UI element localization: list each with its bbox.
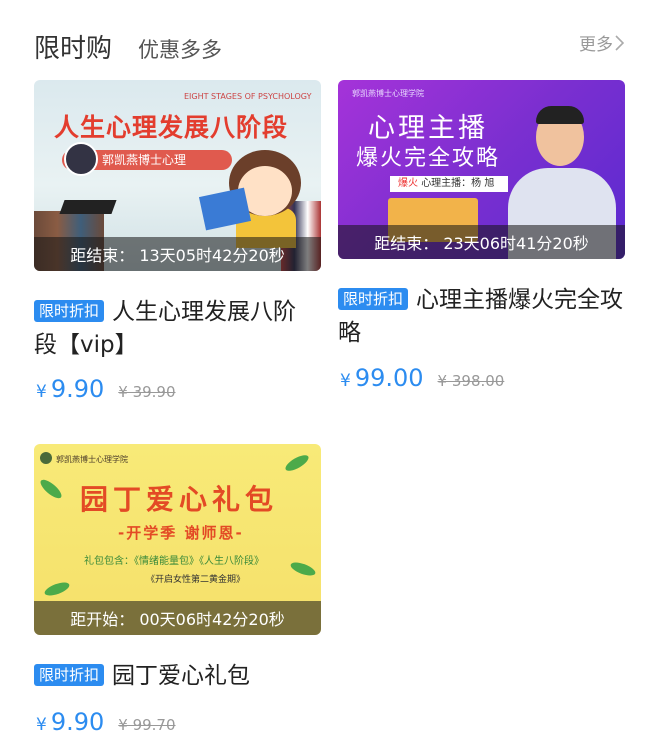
product-thumbnail[interactable]: 郭凯燕博士心理学院 心理主播 爆火完全攻略 爆火 心理主播：杨 旭 距结束： 2… — [338, 80, 625, 259]
product-name[interactable]: 限时折扣 心理主播爆火完全攻略 — [338, 284, 628, 350]
currency-symbol: ¥ — [36, 715, 47, 735]
currency-symbol: ¥ — [36, 382, 47, 402]
product-thumbnail[interactable]: 郭凯燕博士心理学院 园丁爱心礼包 -开学季 谢师恩- 礼包包含：《情绪能量包》《… — [34, 444, 321, 635]
original-price: ¥ 398.00 — [437, 372, 505, 390]
countdown-label: 距结束： 23天06时41分20秒 — [338, 225, 625, 259]
avatar — [64, 142, 98, 176]
thumb-title: 人生心理发展八阶段 — [54, 113, 289, 142]
leaf-decoration — [283, 452, 311, 474]
original-price: ¥ 39.90 — [118, 383, 176, 401]
price-row: ¥9.90 ¥ 99.70 — [36, 708, 176, 736]
section-subtitle: 优惠多多 — [138, 38, 222, 62]
graduation-cap-illustration — [59, 200, 117, 214]
thumb-label-text: 心理主播：杨 旭 — [421, 178, 495, 189]
chevron-right-icon — [615, 34, 624, 51]
price-value: 9.90 — [50, 708, 105, 736]
thumb-org: 郭凯燕博士心理学院 — [352, 89, 424, 98]
thumb-subtitle: EIGHT STAGES OF PSYCHOLOGY — [184, 92, 312, 101]
price-value: 9.90 — [50, 375, 105, 403]
price-value: 99.00 — [354, 364, 424, 392]
product-name[interactable]: 限时折扣 园丁爱心礼包 — [34, 660, 324, 693]
leaf-decoration — [37, 476, 65, 502]
thumb-label-highlight: 爆火 — [398, 178, 418, 189]
more-label: 更多 — [579, 35, 613, 55]
leaf-decoration — [289, 559, 317, 579]
more-link[interactable]: 更多 — [579, 30, 624, 55]
logo-icon — [40, 452, 52, 464]
thumb-contents: 礼包包含：《情绪能量包》《人生八阶段》 — [84, 556, 264, 567]
current-price: ¥9.90 — [36, 375, 104, 403]
thumb-contents: 《开启女性第二黄金期》 — [146, 575, 246, 585]
leaf-decoration — [43, 579, 71, 599]
thumb-slogan: -开学季 谢师恩- — [118, 524, 244, 542]
currency-symbol: ¥ — [340, 371, 351, 391]
current-price: ¥99.00 — [340, 364, 424, 392]
product-name[interactable]: 限时折扣 人生心理发展八阶段【vip】 — [34, 296, 314, 362]
price-row: ¥99.00 ¥ 398.00 — [340, 364, 504, 392]
countdown-label: 距开始： 00天06时42分20秒 — [34, 601, 321, 635]
section-header: 限时购 优惠多多 更多 — [34, 28, 624, 64]
discount-tag: 限时折扣 — [34, 664, 105, 686]
countdown-label: 距结束： 13天05时42分20秒 — [34, 237, 321, 271]
host-photo — [536, 106, 584, 124]
discount-tag: 限时折扣 — [338, 288, 409, 310]
original-price: ¥ 99.70 — [118, 716, 176, 734]
price-row: ¥9.90 ¥ 39.90 — [36, 375, 176, 403]
thumb-label: 爆火 心理主播：杨 旭 — [390, 176, 508, 192]
thumb-org: 郭凯燕博士心理学院 — [56, 455, 128, 464]
thumb-title: 爆火完全攻略 — [356, 146, 501, 171]
product-thumbnail[interactable]: EIGHT STAGES OF PSYCHOLOGY 人生心理发展八阶段 郭凯燕… — [34, 80, 321, 271]
section-title: 限时购 — [34, 34, 113, 64]
product-name-text: 园丁爱心礼包 — [112, 663, 251, 689]
discount-tag: 限时折扣 — [34, 300, 105, 322]
thumb-title: 园丁爱心礼包 — [80, 483, 279, 516]
current-price: ¥9.90 — [36, 708, 104, 736]
